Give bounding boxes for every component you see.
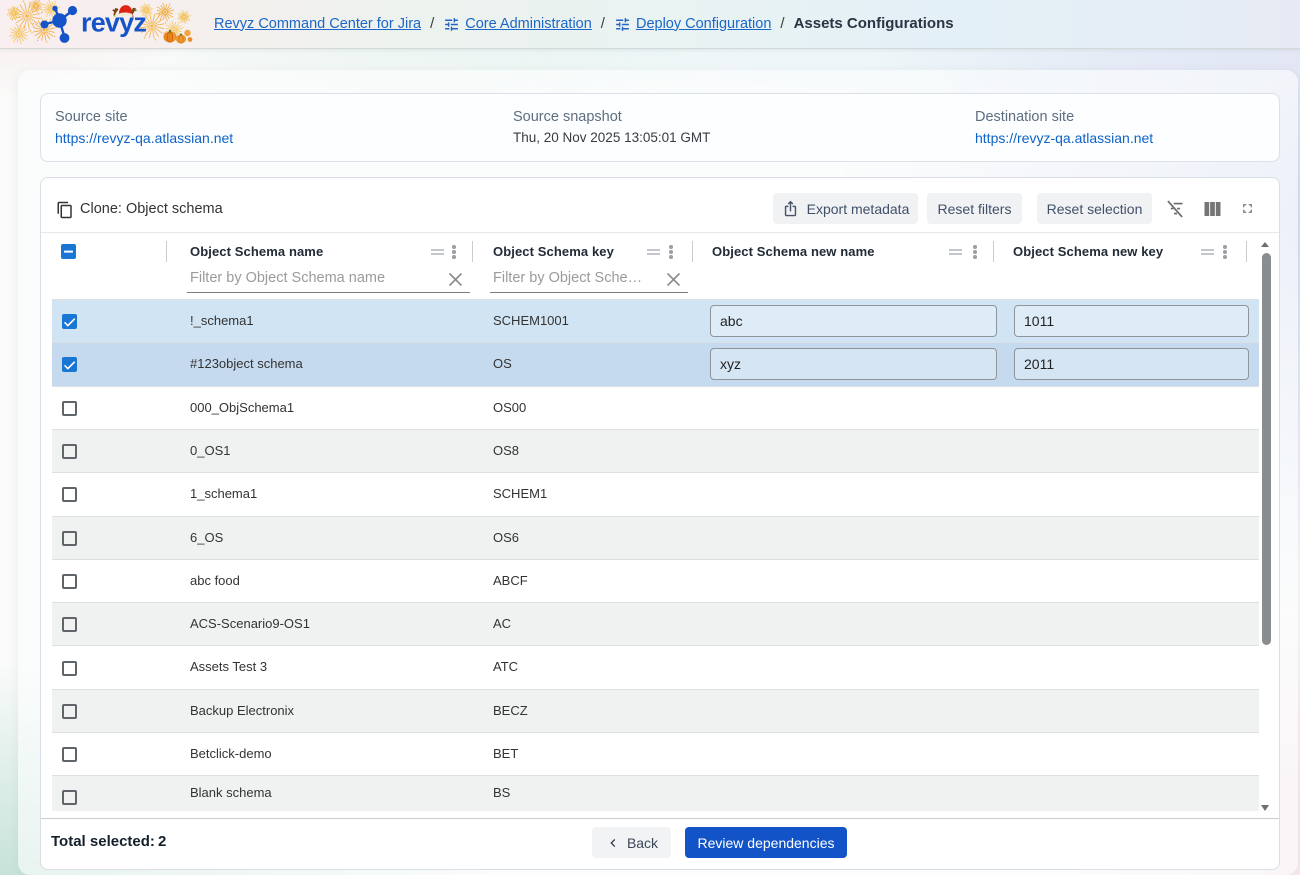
- svg-text:revyz: revyz: [81, 8, 146, 38]
